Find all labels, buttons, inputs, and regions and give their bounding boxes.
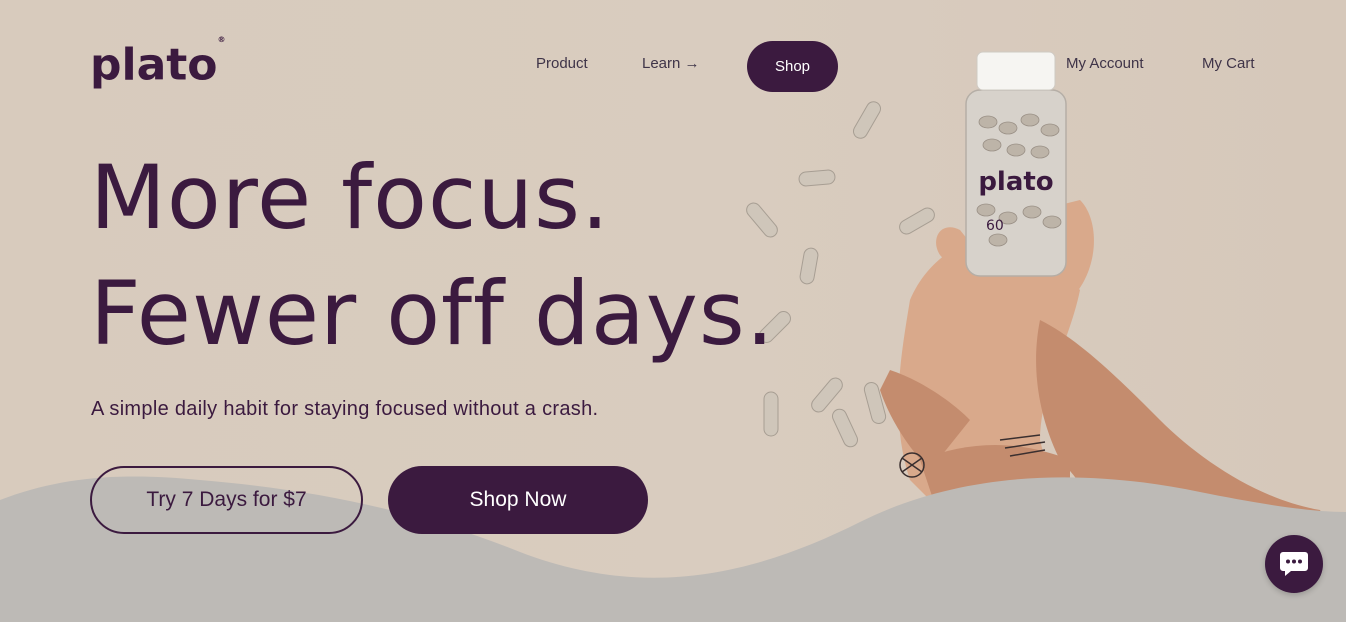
chat-button[interactable] bbox=[1265, 535, 1323, 593]
try-trial-button[interactable]: Try 7 Days for $7 bbox=[90, 466, 363, 534]
hero-headline: More focus. Fewer off days. bbox=[90, 140, 775, 372]
logo-registered-mark: ® bbox=[217, 35, 226, 44]
nav-account-link[interactable]: My Account bbox=[1066, 55, 1144, 72]
nav-cart-link[interactable]: My Cart bbox=[1202, 55, 1255, 72]
chat-bubble-icon bbox=[1280, 552, 1308, 576]
nav-learn-link[interactable]: Learn → bbox=[642, 55, 700, 72]
headline-line-2: Fewer off days. bbox=[90, 262, 775, 365]
shop-now-button[interactable]: Shop Now bbox=[388, 466, 648, 534]
headline-line-1: More focus. bbox=[90, 146, 610, 249]
brand-logo[interactable]: plato® bbox=[90, 35, 226, 91]
nav-product-link[interactable]: Product bbox=[536, 55, 588, 72]
bottle-count-label: 60 bbox=[986, 218, 1004, 234]
bottle-brand-label: plato bbox=[978, 167, 1053, 197]
logo-text: plato bbox=[90, 39, 218, 91]
nav-shop-button[interactable]: Shop bbox=[747, 41, 838, 92]
hero-subtext: A simple daily habit for staying focused… bbox=[91, 398, 599, 420]
